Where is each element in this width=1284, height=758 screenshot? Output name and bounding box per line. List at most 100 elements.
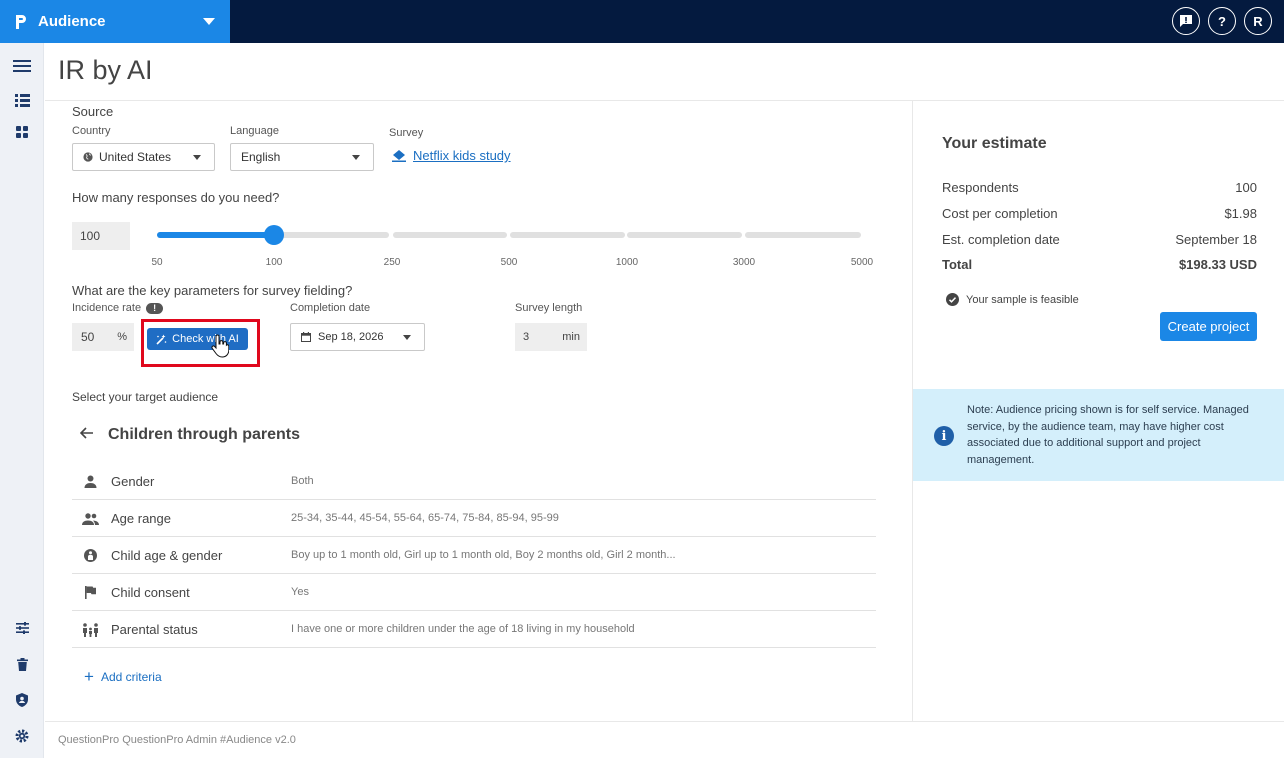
slider-tick-label: 500 xyxy=(500,257,518,268)
incidence-input[interactable]: 50 % xyxy=(72,323,134,351)
back-button[interactable] xyxy=(79,426,94,444)
gear-icon xyxy=(15,729,29,743)
chevron-down-icon xyxy=(193,155,201,160)
arrow-left-icon xyxy=(79,427,93,439)
add-criteria-button[interactable]: + Add criteria xyxy=(84,667,162,686)
flag-icon xyxy=(82,584,99,601)
list-nav-button[interactable] xyxy=(13,91,31,109)
estimate-row: Respondents 100 xyxy=(942,180,1257,195)
survey-link[interactable]: Netflix kids study xyxy=(392,148,511,163)
completion-date-value: Sep 18, 2026 xyxy=(318,331,384,343)
source-heading: Source xyxy=(72,104,114,119)
hand-cursor-icon xyxy=(211,334,229,358)
slider-tick-label: 5000 xyxy=(850,257,874,268)
add-criteria-label: Add criteria xyxy=(100,670,162,684)
estimate-value: 100 xyxy=(1235,180,1257,195)
estimate-row: Total $198.33 USD xyxy=(942,257,1257,272)
estimate-row: Cost per completion $1.98 xyxy=(942,206,1257,221)
criteria-name: Age range xyxy=(111,511,171,526)
survey-length-unit: min xyxy=(562,331,580,343)
audience-title: Children through parents xyxy=(108,426,300,443)
slider-segment xyxy=(745,232,861,238)
audience-heading: Select your target audience xyxy=(72,390,219,404)
globe-icon xyxy=(83,152,93,162)
responses-input[interactable]: 100 xyxy=(72,222,130,250)
criteria-name: Parental status xyxy=(111,622,198,637)
survey-length-label: Survey length xyxy=(515,302,583,314)
criteria-row[interactable]: Parental status I have one or more childr… xyxy=(72,611,876,648)
shield-user-icon xyxy=(16,693,28,707)
info-badge-icon[interactable]: ! xyxy=(146,302,164,314)
questionpro-logo-icon xyxy=(16,14,26,29)
feedback-icon xyxy=(1180,15,1192,27)
settings-nav-button[interactable] xyxy=(13,727,31,745)
user-avatar[interactable]: R xyxy=(1244,7,1272,35)
estimate-label: Cost per completion xyxy=(942,206,1058,221)
language-label: Language xyxy=(230,125,279,137)
help-button[interactable]: ? xyxy=(1208,7,1236,35)
filters-nav-button[interactable] xyxy=(13,619,31,637)
product-switcher[interactable]: Audience xyxy=(0,0,230,43)
menu-button[interactable] xyxy=(13,57,31,75)
people-icon xyxy=(82,510,99,527)
grid-icon xyxy=(16,126,28,138)
criteria-value: I have one or more children under the ag… xyxy=(291,623,635,635)
criteria-row[interactable]: Gender Both xyxy=(72,463,876,500)
highlight-box xyxy=(141,319,260,367)
plus-icon: + xyxy=(84,667,94,686)
child-icon xyxy=(82,547,99,564)
slider-thumb[interactable] xyxy=(264,225,284,245)
chevron-down-icon xyxy=(203,18,215,25)
criteria-name: Child consent xyxy=(111,585,190,600)
calendar-icon xyxy=(301,332,311,342)
main-panel: Source Country United States Language En… xyxy=(45,101,912,721)
incidence-label-group: Incidence rate ! xyxy=(72,302,164,314)
completion-date-select[interactable]: Sep 18, 2026 xyxy=(290,323,425,351)
country-select[interactable]: United States xyxy=(72,143,215,171)
check-circle-icon xyxy=(946,293,959,306)
slider-tick-label: 100 xyxy=(265,257,283,268)
survey-length-input[interactable]: 3 min xyxy=(515,323,587,351)
create-project-button[interactable]: Create project xyxy=(1160,312,1257,341)
criteria-value: Boy up to 1 month old, Girl up to 1 mont… xyxy=(291,549,676,561)
feedback-button[interactable] xyxy=(1172,7,1200,35)
product-name: Audience xyxy=(38,13,106,30)
info-icon: i xyxy=(934,426,954,446)
family-icon xyxy=(82,621,99,638)
responses-slider[interactable] xyxy=(157,225,862,245)
chevron-down-icon xyxy=(352,155,360,160)
incidence-label: Incidence rate xyxy=(72,302,142,314)
criteria-value: Yes xyxy=(291,586,309,598)
trash-nav-button[interactable] xyxy=(13,655,31,673)
list-icon xyxy=(14,93,30,107)
language-select[interactable]: English xyxy=(230,143,374,171)
security-nav-button[interactable] xyxy=(13,691,31,709)
slider-tick-label: 3000 xyxy=(732,257,756,268)
survey-name: Netflix kids study xyxy=(413,148,511,163)
country-value: United States xyxy=(99,150,172,164)
country-label: Country xyxy=(72,125,111,137)
slider-segment xyxy=(274,232,389,238)
language-value: English xyxy=(241,150,281,164)
criteria-row[interactable]: Child age & gender Boy up to 1 month old,… xyxy=(72,537,876,574)
criteria-name: Gender xyxy=(111,474,155,489)
estimate-value: $1.98 xyxy=(1224,206,1257,221)
sliders-icon xyxy=(15,622,29,634)
criteria-row[interactable]: Age range 25-34, 35-44, 45-54, 55-64, 65-… xyxy=(72,500,876,537)
estimate-label: Respondents xyxy=(942,180,1019,195)
dashboard-nav-button[interactable] xyxy=(13,123,31,141)
slider-fill xyxy=(157,232,274,238)
footer-text: QuestionPro QuestionPro Admin #Audience … xyxy=(58,734,296,746)
estimate-label: Total xyxy=(942,257,973,272)
criteria-row[interactable]: Child consent Yes xyxy=(72,574,876,611)
feasible-status: Your sample is feasible xyxy=(946,293,1079,306)
estimate-label: Est. completion date xyxy=(942,232,1060,247)
trash-icon xyxy=(16,657,28,671)
slider-segment xyxy=(393,232,507,238)
criteria-name: Child age & gender xyxy=(111,548,223,563)
pricing-note: i Note: Audience pricing shown is for se… xyxy=(913,389,1284,481)
responses-question: How many responses do you need? xyxy=(72,190,280,205)
criteria-value: 25-34, 35-44, 45-54, 55-64, 65-74, 75-84… xyxy=(291,512,559,524)
incidence-value: 50 xyxy=(81,330,95,344)
incidence-unit: % xyxy=(117,331,127,343)
